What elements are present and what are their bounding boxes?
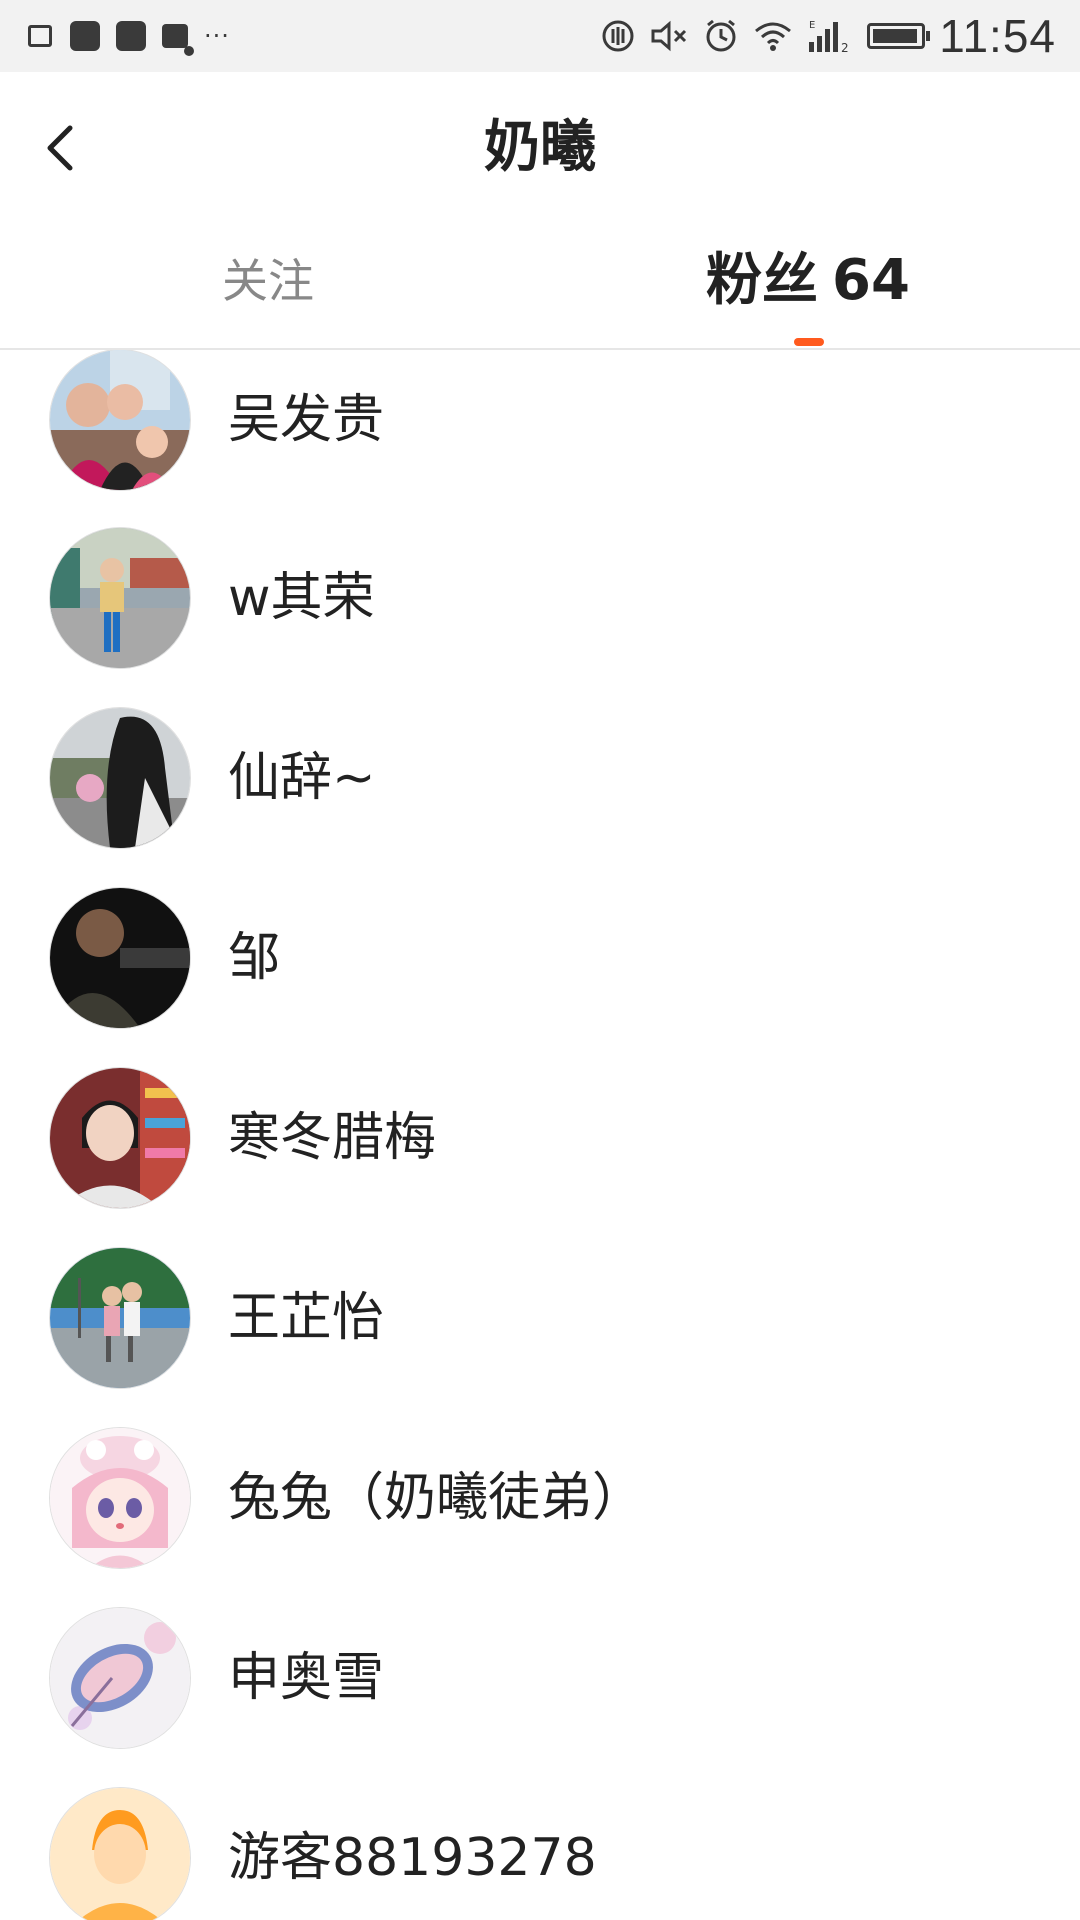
list-item[interactable]: w其荣	[0, 528, 1080, 708]
avatar[interactable]	[50, 708, 190, 848]
status-notifications: ···	[28, 18, 230, 56]
vibrate-icon	[602, 20, 634, 52]
screen: ··· 2 E 11:54 奶曦 关注 粉丝 64 吴发贵 w其荣 仙辞~ 邹 …	[0, 0, 1080, 1920]
more-notifications-icon: ···	[204, 22, 230, 50]
wifi-icon	[755, 22, 792, 51]
fan-name: 申奥雪	[228, 1648, 385, 1708]
signal-icon: 2 E	[809, 20, 849, 54]
avatar[interactable]	[50, 1068, 190, 1208]
avatar[interactable]	[50, 1608, 190, 1748]
fan-name: 兔兔（奶曦徒弟）	[228, 1468, 645, 1528]
avatar[interactable]	[50, 1428, 190, 1568]
image-icon	[28, 25, 52, 47]
list-item[interactable]: 兔兔（奶曦徒弟）	[0, 1428, 1080, 1608]
avatar[interactable]	[50, 1788, 190, 1920]
header: 奶曦	[0, 72, 1080, 222]
app-icon	[116, 21, 146, 51]
tab-fans[interactable]: 粉丝 64	[706, 246, 910, 316]
fan-list: 吴发贵 w其荣 仙辞~ 邹 寒冬腊梅 王芷怡 兔兔（奶曦徒弟） 申奥雪 游客88…	[0, 350, 1080, 1920]
tab-fans-label: 粉丝	[706, 248, 818, 313]
tab-bar: 关注 粉丝 64	[0, 222, 1080, 350]
list-item[interactable]: 申奥雪	[0, 1608, 1080, 1788]
avatar[interactable]	[50, 1248, 190, 1388]
alarm-icon	[706, 19, 736, 52]
list-item[interactable]: 游客88193278	[0, 1788, 1080, 1920]
tab-fans-count: 64	[832, 248, 910, 313]
fan-name: 王芷怡	[228, 1288, 385, 1348]
list-item[interactable]: 吴发贵	[0, 350, 1080, 530]
fan-name: 寒冬腊梅	[228, 1108, 437, 1168]
fan-name: w其荣	[228, 568, 375, 628]
battery-icon	[867, 23, 931, 49]
fan-name: 吴发贵	[228, 390, 385, 450]
mute-icon	[651, 20, 687, 52]
avatar[interactable]	[50, 350, 190, 490]
page-title: 奶曦	[484, 115, 596, 180]
tab-following-label: 关注	[222, 254, 314, 308]
list-item[interactable]: 仙辞~	[0, 708, 1080, 888]
svg-text:2: 2	[841, 41, 849, 54]
status-bar: ··· 2 E 11:54	[0, 0, 1080, 72]
chat-icon	[162, 24, 194, 56]
list-item[interactable]: 邹	[0, 888, 1080, 1068]
avatar[interactable]	[50, 528, 190, 668]
app-icon	[70, 21, 100, 51]
tab-following[interactable]: 关注	[222, 246, 314, 316]
fan-name: 仙辞~	[228, 748, 376, 808]
list-item[interactable]: 寒冬腊梅	[0, 1068, 1080, 1248]
fan-name: 游客88193278	[228, 1828, 597, 1888]
list-item[interactable]: 王芷怡	[0, 1248, 1080, 1428]
active-tab-indicator	[794, 338, 824, 346]
avatar[interactable]	[50, 888, 190, 1028]
svg-text:E: E	[809, 20, 815, 31]
default-avatar-icon	[50, 1788, 190, 1920]
status-time: 11:54	[939, 10, 1056, 62]
status-system: 2 E 11:54	[587, 10, 1056, 62]
fan-name: 邹	[228, 928, 281, 988]
